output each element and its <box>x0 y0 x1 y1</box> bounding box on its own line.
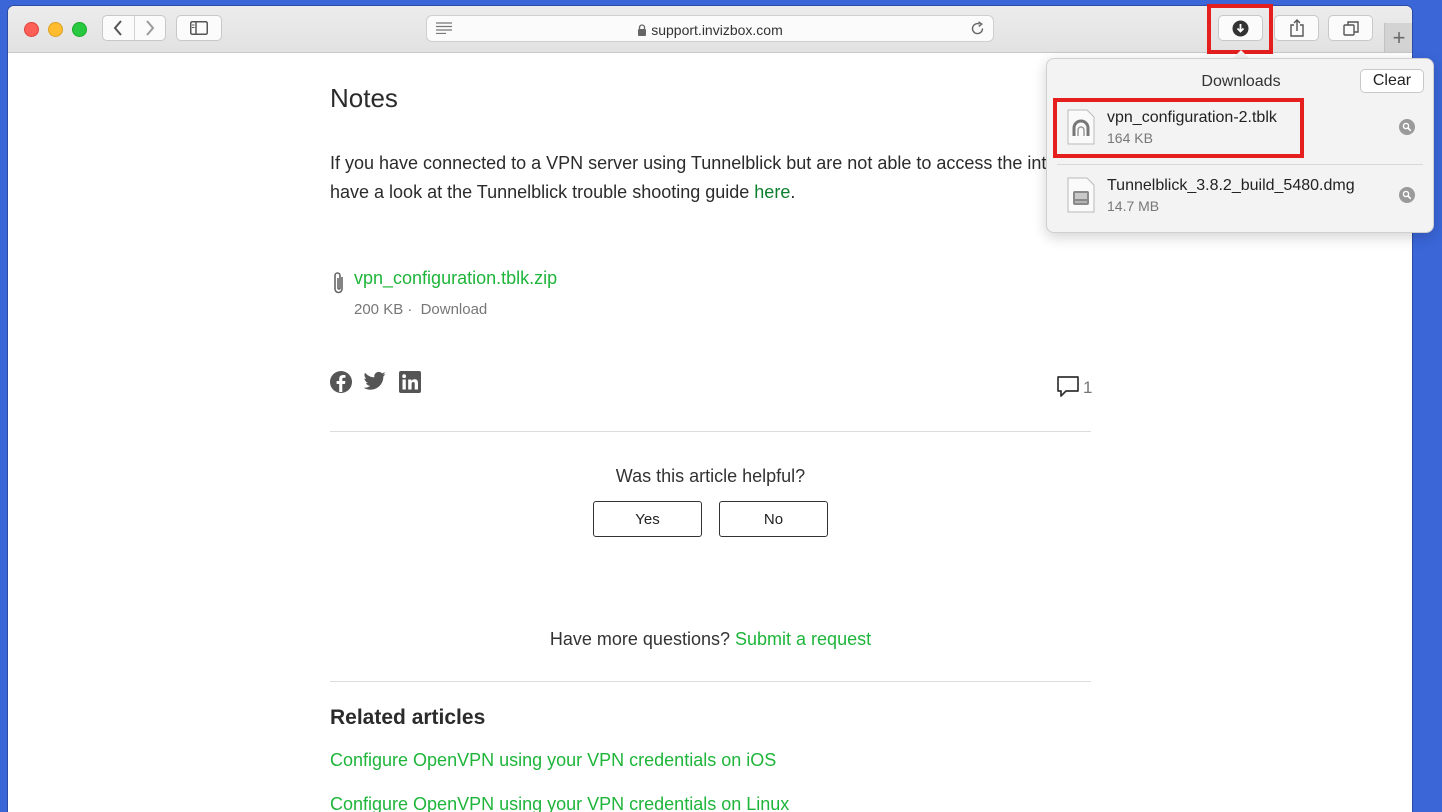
related-article-link[interactable]: Configure OpenVPN using your VPN credent… <box>330 794 789 812</box>
toolbar: support.invizbox.com + <box>8 6 1412 53</box>
downloads-separator <box>1057 164 1423 165</box>
url-display: support.invizbox.com <box>427 22 993 38</box>
download-name: Tunnelblick_3.8.2_build_5480.dmg <box>1107 177 1355 194</box>
show-tabs-button[interactable] <box>1328 15 1373 41</box>
notes-text: If you have connected to a VPN server us… <box>330 153 1088 202</box>
related-articles-heading: Related articles <box>330 706 486 729</box>
downloads-popover: Downloads Clear vpn_configuration-2.tblk… <box>1046 58 1434 233</box>
download-item[interactable]: vpn_configuration-2.tblk 164 KB <box>1057 99 1425 155</box>
comment-count[interactable]: 1 <box>1083 378 1092 398</box>
divider <box>330 431 1091 432</box>
download-icon <box>1232 20 1249 36</box>
navigation-buttons <box>102 15 166 41</box>
reveal-in-finder-icon[interactable] <box>1399 119 1415 135</box>
tabs-icon <box>1342 20 1359 36</box>
download-name: vpn_configuration-2.tblk <box>1107 109 1277 126</box>
attachment-meta: 200 KB · Download <box>354 301 487 318</box>
more-questions-text: Have more questions? <box>549 629 730 649</box>
close-window-button[interactable] <box>24 22 39 37</box>
paperclip-icon <box>334 272 343 294</box>
clear-downloads-button[interactable]: Clear <box>1360 69 1424 93</box>
helpful-question: Was this article helpful? <box>615 466 806 486</box>
vote-yes-button[interactable]: Yes <box>593 501 702 537</box>
sidebar-toggle-button[interactable] <box>176 15 222 41</box>
more-questions: Have more questions? Submit a request <box>330 629 1091 650</box>
submit-request-link[interactable]: Submit a request <box>735 629 871 649</box>
reload-icon[interactable] <box>970 21 985 36</box>
share-button[interactable] <box>1274 15 1319 41</box>
zoom-window-button[interactable] <box>72 22 87 37</box>
attachment-download-link[interactable]: Download <box>421 301 488 318</box>
facebook-icon[interactable] <box>330 371 352 393</box>
vote-no-button[interactable]: No <box>719 501 828 537</box>
share-icon <box>1289 19 1304 37</box>
download-item[interactable]: Tunnelblick_3.8.2_build_5480.dmg 14.7 MB <box>1057 167 1425 223</box>
downloads-button[interactable] <box>1218 15 1263 41</box>
troubleshooting-link[interactable]: here <box>754 182 790 202</box>
minimize-window-button[interactable] <box>48 22 63 37</box>
notes-paragraph: If you have connected to a VPN server us… <box>330 149 1090 207</box>
comment-icon[interactable] <box>1056 375 1080 399</box>
notes-period: . <box>790 182 796 202</box>
related-article-link[interactable]: Configure OpenVPN using your VPN credent… <box>330 750 776 771</box>
url-text: support.invizbox.com <box>651 22 783 38</box>
attachment-size: 200 KB <box>354 301 404 318</box>
reveal-in-finder-icon[interactable] <box>1399 187 1415 203</box>
divider <box>330 681 1091 682</box>
dmg-file-icon <box>1067 177 1095 213</box>
attachment-separator: · <box>407 301 413 318</box>
address-bar[interactable]: support.invizbox.com <box>426 15 994 42</box>
linkedin-icon[interactable] <box>399 371 421 393</box>
new-tab-button[interactable]: + <box>1384 23 1412 52</box>
download-size: 164 KB <box>1107 130 1153 146</box>
attachment-link[interactable]: vpn_configuration.tblk.zip <box>354 268 557 289</box>
chevron-right-icon <box>145 20 155 36</box>
download-size: 14.7 MB <box>1107 198 1160 214</box>
sidebar-icon <box>190 21 208 35</box>
lock-icon <box>638 24 647 36</box>
forward-button[interactable] <box>133 16 166 40</box>
twitter-icon[interactable] <box>364 371 386 391</box>
back-button[interactable] <box>103 16 134 40</box>
notes-heading: Notes <box>330 83 398 113</box>
chevron-left-icon <box>113 20 123 36</box>
tblk-file-icon <box>1067 109 1095 145</box>
